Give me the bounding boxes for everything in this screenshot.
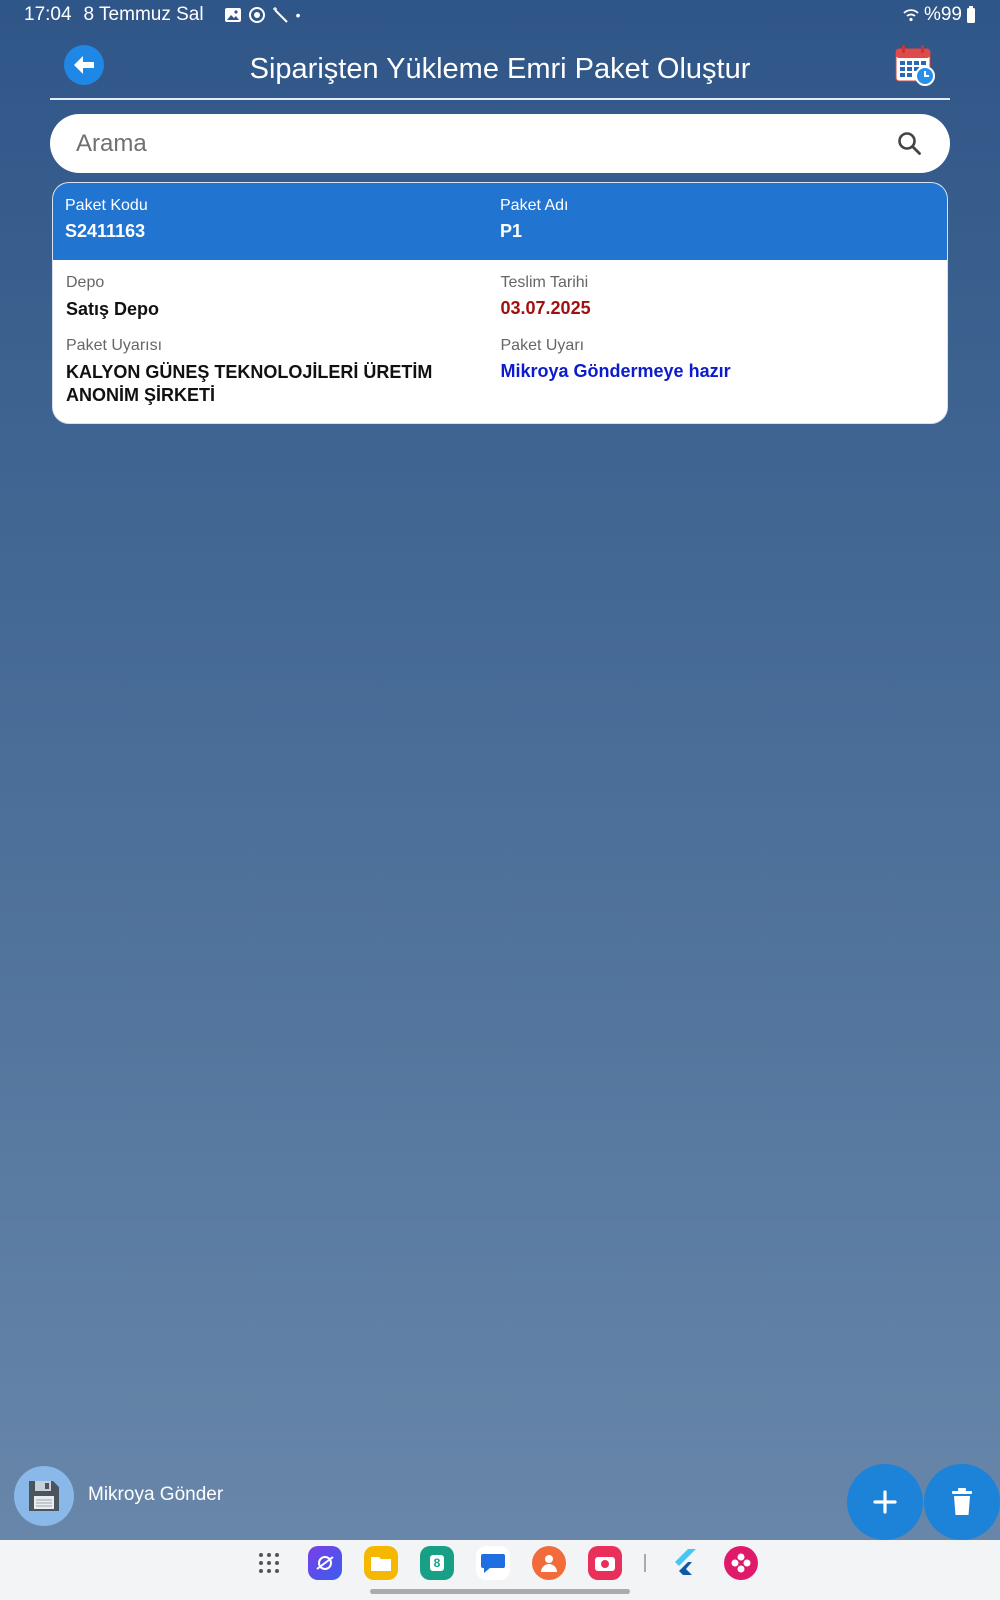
camera-icon [595, 1557, 615, 1571]
paket-adi-value: P1 [500, 221, 523, 241]
flower-app-icon[interactable] [724, 1546, 758, 1580]
person-icon [541, 1555, 557, 1572]
status-time: 17:04 [24, 4, 72, 25]
taskbar: 8 [0, 1540, 1000, 1600]
paket-uyari-value: Mikroya Göndermeye hazır [500, 361, 731, 381]
messages-app-icon[interactable] [476, 1546, 510, 1580]
calendar-day: 8 [429, 1555, 445, 1571]
calendar-clock-icon [895, 45, 935, 86]
status-date: 8 Temmuz Sal [83, 4, 204, 25]
chat-bubble-icon [481, 1554, 505, 1573]
flutter-logo-icon [675, 1549, 696, 1575]
gallery-icon [224, 8, 241, 22]
paket-uyarisi-value: KALYON GÜNEŞ TEKNOLOJİLERİ ÜRETİM ANONİM… [66, 362, 433, 405]
planet-icon [316, 1556, 334, 1570]
search-bar [50, 114, 950, 173]
status-bar: 17:04 8 Temmuz Sal • %99 [0, 0, 1000, 30]
trash-icon [952, 1488, 972, 1515]
package-card-body: Depo Satış Depo Teslim Tarihi 03.07.2025… [53, 260, 947, 423]
package-card-header: Paket Kodu S2411163 Paket Adı P1 [53, 183, 947, 260]
paket-uyarisi-label: Paket Uyarısı [66, 337, 163, 354]
calendar-app-icon[interactable]: 8 [420, 1546, 454, 1580]
paket-kodu-label: Paket Kodu [65, 197, 148, 214]
camera-app-icon[interactable] [588, 1546, 622, 1580]
sync-icon [248, 7, 265, 23]
grid-dots-icon [259, 1553, 279, 1573]
send-to-mikro-label[interactable]: Mikroya Gönder [88, 1484, 223, 1506]
depo-label: Depo [66, 274, 105, 291]
battery-percent: %99 [923, 4, 962, 25]
add-button[interactable] [847, 1464, 923, 1540]
package-card[interactable]: Paket Kodu S2411163 Paket Adı P1 Depo Sa… [53, 183, 947, 423]
flutter-app-icon[interactable] [668, 1546, 702, 1580]
notification-dot: • [295, 7, 301, 23]
back-arrow-icon [74, 56, 94, 74]
calendar-button[interactable] [894, 43, 936, 87]
wifi-icon [903, 9, 919, 22]
home-indicator[interactable] [370, 1589, 630, 1594]
floppy-disk-icon [29, 1481, 59, 1511]
dock-separator [644, 1554, 646, 1572]
paket-uyari-label: Paket Uyarı [500, 337, 585, 354]
contacts-app-icon[interactable] [532, 1546, 566, 1580]
app-bar: Siparişten Yükleme Emri Paket Oluştur [50, 40, 950, 100]
paket-adi-label: Paket Adı [500, 197, 569, 214]
search-input[interactable] [76, 129, 896, 158]
page-title: Siparişten Yükleme Emri Paket Oluştur [249, 52, 751, 85]
paket-kodu-value: S2411163 [65, 221, 146, 241]
folder-icon [371, 1557, 391, 1571]
files-app-icon[interactable] [364, 1546, 398, 1580]
app-drawer-button[interactable] [252, 1546, 286, 1580]
search-icon[interactable] [896, 130, 924, 158]
delete-button[interactable] [924, 1464, 1000, 1540]
plus-icon [873, 1490, 897, 1514]
flower-icon [731, 1553, 751, 1573]
teslim-tarihi-label: Teslim Tarihi [500, 274, 589, 291]
browser-app-icon[interactable] [308, 1546, 342, 1580]
battery-icon [967, 6, 975, 23]
depo-value: Satış Depo [66, 299, 160, 319]
back-button[interactable] [64, 45, 104, 85]
magic-wand-icon [272, 7, 288, 23]
teslim-tarihi-value: 03.07.2025 [500, 298, 591, 318]
send-to-mikro-button[interactable] [14, 1466, 74, 1526]
